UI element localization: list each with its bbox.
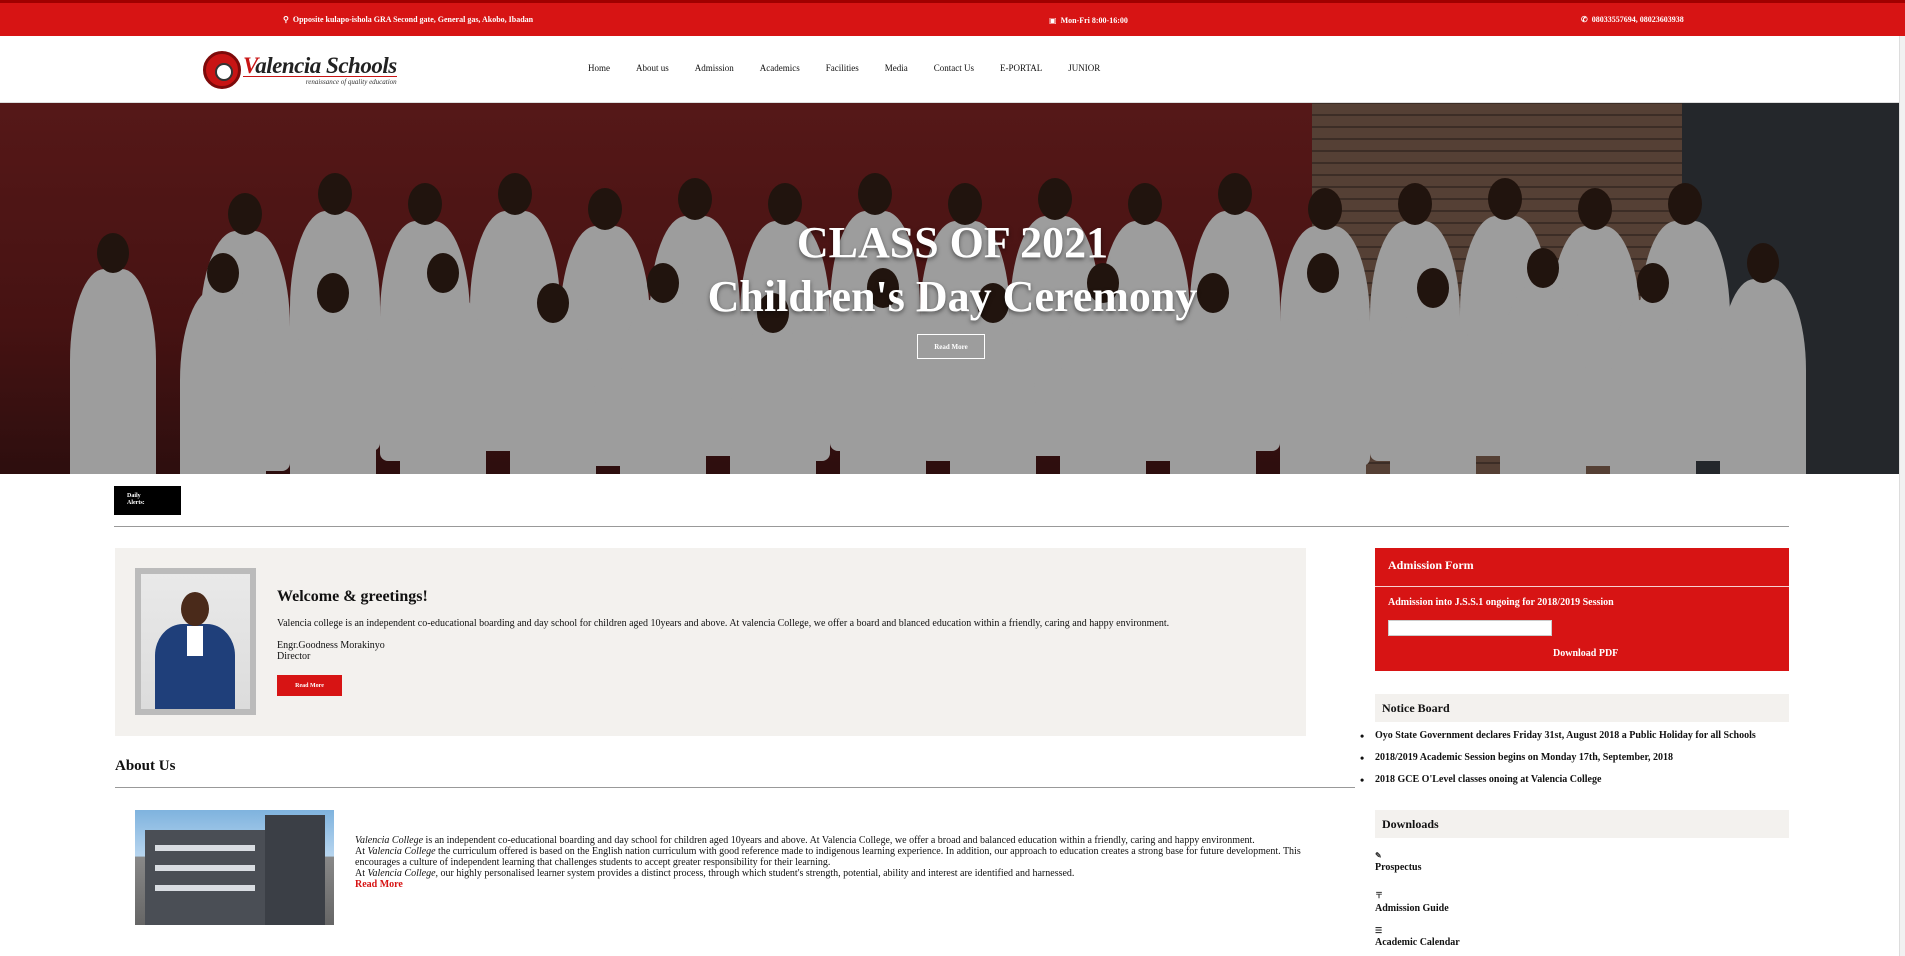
download-pdf-link[interactable]: Download PDF bbox=[1553, 648, 1618, 659]
admission-form-subtitle: Admission into J.S.S.1 ongoing for 2018/… bbox=[1388, 597, 1614, 608]
admission-form-divider bbox=[1375, 586, 1789, 587]
download-admission-guide[interactable]: 〒 Admission Guide bbox=[1375, 890, 1449, 914]
nav-junior[interactable]: JUNIOR bbox=[1068, 63, 1100, 73]
nav-admission[interactable]: Admission bbox=[695, 63, 734, 73]
nav-academics[interactable]: Academics bbox=[760, 63, 800, 73]
about-p1-italic: Valencia College bbox=[355, 835, 424, 846]
notice-board-title: Notice Board bbox=[1375, 694, 1789, 722]
nav-facilities[interactable]: Facilities bbox=[826, 63, 859, 73]
director-photo-shirt bbox=[187, 626, 203, 656]
hero-title-line1: CLASS OF 2021 bbox=[796, 218, 1109, 267]
about-paragraph-3: At Valencia College, our highly personal… bbox=[355, 868, 1315, 879]
nav-about-us[interactable]: About us bbox=[636, 63, 669, 73]
about-us-divider bbox=[115, 787, 1355, 788]
notice-item[interactable]: Oyo State Government declares Friday 31s… bbox=[1360, 729, 1756, 744]
about-p2-italic: Valencia College bbox=[367, 846, 436, 857]
location-pin-icon: ⚲ bbox=[283, 15, 289, 24]
director-name: Engr.Goodness Morakinyo bbox=[277, 640, 385, 651]
hero-title-line2: Children's Day Ceremony bbox=[707, 272, 1198, 321]
top-info-bar: ⚲ Opposite kulapo-ishola GRA Second gate… bbox=[0, 0, 1905, 36]
daily-alerts-label: Daily Alerts: bbox=[114, 486, 181, 515]
nav-contact-us[interactable]: Contact Us bbox=[934, 63, 974, 73]
nav-media[interactable]: Media bbox=[885, 63, 908, 73]
director-role: Director bbox=[277, 651, 311, 662]
school-crest-icon bbox=[203, 51, 241, 89]
admission-form-panel: Admission Form Admission into J.S.S.1 on… bbox=[1375, 548, 1789, 671]
nav-e-portal[interactable]: E-PORTAL bbox=[1000, 63, 1042, 73]
downloads-title: Downloads bbox=[1375, 810, 1789, 838]
download-admission-guide-label: Admission Guide bbox=[1375, 903, 1449, 914]
nav-home[interactable]: Home bbox=[588, 63, 610, 73]
paperclip-icon: ✎ bbox=[1375, 851, 1382, 860]
about-p3-italic: Valencia College, bbox=[367, 868, 439, 879]
logo-name-v: V bbox=[243, 53, 256, 78]
building-window bbox=[155, 885, 255, 891]
about-p2-rest: the curriculum offered is based on the E… bbox=[355, 846, 1301, 868]
building-right bbox=[265, 815, 325, 925]
about-p3-rest: our highly personalised learner system p… bbox=[438, 868, 1075, 879]
list-icon: ☰ bbox=[1375, 926, 1383, 935]
calendar-icon: ▣ bbox=[1049, 16, 1057, 25]
director-photo-frame bbox=[135, 568, 256, 715]
welcome-panel: Welcome & greetings! Valencia college is… bbox=[115, 548, 1306, 736]
alerts-label-line1: Daily bbox=[127, 493, 141, 499]
page-scrollbar[interactable] bbox=[1899, 36, 1905, 956]
hero-read-more-button[interactable]: Read More bbox=[917, 334, 985, 359]
address-info: ⚲ Opposite kulapo-ishola GRA Second gate… bbox=[283, 15, 533, 24]
director-photo bbox=[141, 574, 250, 709]
hero-banner: CLASS OF 2021 Children's Day Ceremony Re… bbox=[0, 103, 1905, 474]
phone-text: 08033557694, 08023603938 bbox=[1591, 15, 1684, 24]
notice-board-list: Oyo State Government declares Friday 31s… bbox=[1360, 729, 1756, 796]
notice-item[interactable]: 2018/2019 Academic Session begins on Mon… bbox=[1360, 751, 1756, 766]
logo-name: Valencia Schools bbox=[243, 54, 397, 78]
welcome-text: Valencia college is an independent co-ed… bbox=[277, 618, 1170, 629]
logo-name-rest: alencia bbox=[255, 53, 321, 78]
admission-form-field[interactable] bbox=[1388, 620, 1552, 636]
about-us-title: About Us bbox=[115, 758, 176, 774]
download-academic-calendar-label: Academic Calendar bbox=[1375, 937, 1460, 948]
main-nav: Home About us Admission Academics Facili… bbox=[588, 63, 1126, 73]
site-header: Valencia Schools renaissance of quality … bbox=[0, 36, 1905, 103]
school-building-image bbox=[135, 810, 334, 925]
about-p3-start: At bbox=[355, 868, 368, 879]
hours-text: Mon-Fri 8:00-16:00 bbox=[1060, 15, 1128, 25]
about-p1-rest: is an independent co-educational boardin… bbox=[423, 835, 1255, 846]
building-window bbox=[155, 845, 255, 851]
logo-tagline: renaissance of quality education bbox=[243, 76, 397, 86]
about-p2-start: At bbox=[355, 846, 368, 857]
pin-icon: 〒 bbox=[1375, 891, 1383, 900]
phone-icon: ✆ bbox=[1581, 15, 1588, 24]
site-logo[interactable]: Valencia Schools renaissance of quality … bbox=[203, 48, 397, 92]
admission-form-title: Admission Form bbox=[1388, 558, 1474, 572]
alerts-label-line2: Alerts: bbox=[127, 500, 145, 506]
about-read-more-link[interactable]: Read More bbox=[355, 879, 1315, 890]
hours-info: ▣ Mon-Fri 8:00-16:00 bbox=[1049, 15, 1128, 26]
phone-info: ✆ 08033557694, 08023603938 bbox=[1581, 15, 1684, 24]
address-text: Opposite kulapo-ishola GRA Second gate, … bbox=[292, 15, 534, 24]
alerts-divider bbox=[114, 526, 1789, 527]
download-prospectus[interactable]: ✎ Prospectus bbox=[1375, 851, 1421, 873]
about-paragraph-2: At Valencia College the curriculum offer… bbox=[355, 846, 1315, 868]
logo-name-schools: Schools bbox=[326, 53, 397, 78]
notice-item[interactable]: 2018 GCE O'Level classes onoing at Valen… bbox=[1360, 773, 1756, 788]
about-us-text: Valencia College is an independent co-ed… bbox=[355, 835, 1315, 890]
director-signature: Engr.Goodness Morakinyo Director bbox=[277, 640, 385, 662]
director-photo-head bbox=[181, 592, 209, 626]
download-academic-calendar[interactable]: ☰ Academic Calendar bbox=[1375, 926, 1460, 948]
logo-text: Valencia Schools renaissance of quality … bbox=[243, 54, 397, 86]
about-paragraph-1: Valencia College is an independent co-ed… bbox=[355, 835, 1315, 846]
download-prospectus-label: Prospectus bbox=[1375, 862, 1422, 873]
welcome-read-more-button[interactable]: Read More bbox=[277, 675, 342, 696]
welcome-title: Welcome & greetings! bbox=[277, 588, 428, 605]
building-window bbox=[155, 865, 255, 871]
